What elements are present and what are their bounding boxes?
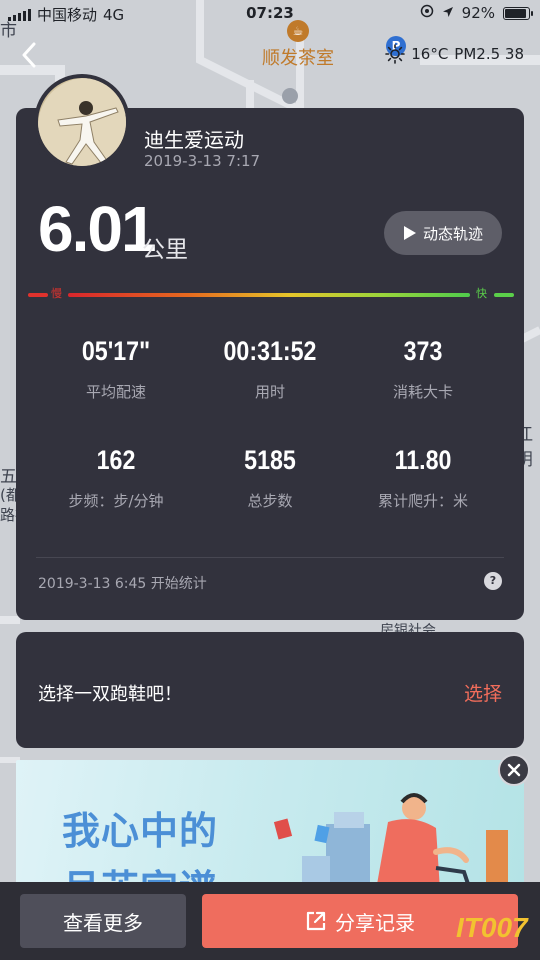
stat-avg-pace: 05'17" 平均配速 (41, 336, 191, 402)
weather-widget: 16°C PM2.5 38 (385, 44, 524, 64)
shoe-prompt: 选择一双跑鞋吧！ (38, 684, 182, 705)
ad-headline: 我心中的 (62, 809, 219, 853)
close-icon (507, 763, 521, 777)
battery-percent: 92% (461, 4, 495, 22)
stat-label: 消耗大卡 (392, 383, 453, 401)
stat-value: 00:31:52 (223, 336, 317, 366)
share-icon (306, 911, 326, 931)
stat-value: 5185 (244, 445, 296, 475)
slow-label: 慢 (51, 287, 62, 300)
stat-value: 11.80 (394, 445, 452, 475)
stat-value: 05'17" (81, 336, 151, 366)
view-more-button[interactable]: 查看更多 (20, 894, 186, 948)
question-icon[interactable]: ? (484, 572, 502, 590)
stat-elevation-gain: 11.80 累计爬升：米 (348, 445, 498, 511)
play-icon (403, 226, 416, 240)
stat-label: 累计爬升：米 (377, 492, 468, 510)
divider (36, 557, 504, 558)
stat-label: 步频：步/分钟 (68, 492, 164, 510)
stat-value: 373 (403, 336, 443, 366)
teacup-icon: ☕ (287, 20, 309, 42)
stat-label: 用时 (254, 383, 285, 401)
back-button[interactable] (14, 38, 44, 72)
user-name: 迪生爱运动 (144, 128, 244, 152)
dynamic-track-label: 动态轨迹 (422, 224, 483, 243)
fast-segment (494, 293, 514, 297)
stat-label: 总步数 (247, 492, 293, 510)
stat-duration: 00:31:52 用时 (195, 336, 345, 402)
select-shoe-button[interactable]: 选择 (464, 679, 502, 706)
stat-value: 162 (96, 445, 136, 475)
activity-date: 2019-3-13 7:17 (144, 152, 261, 170)
stat-cadence: 162 步频：步/分钟 (41, 445, 191, 511)
close-ad-button[interactable] (498, 754, 530, 786)
stat-calories: 373 消耗大卡 (348, 336, 498, 402)
start-time-text: 2019-3-13 6:45 开始统计 (38, 576, 207, 592)
distance-value: 6.01 (38, 193, 157, 265)
poi-name: 顺发茶室 (262, 48, 334, 69)
running-shoe-card: 选择一双跑鞋吧！ 选择 (16, 632, 524, 748)
temperature: 16°C (411, 45, 449, 63)
stat-total-steps: 5185 总步数 (195, 445, 345, 511)
distance-unit: 公里 (142, 237, 188, 263)
share-record-label: 分享记录 (335, 910, 415, 935)
view-more-label: 查看更多 (63, 910, 143, 935)
air-quality: PM2.5 38 (454, 45, 524, 63)
map-poi[interactable]: ☕ 顺发茶室 (262, 20, 334, 70)
sun-icon (385, 44, 406, 64)
pace-color-legend: 慢 快 (28, 287, 514, 300)
avatar[interactable] (34, 74, 130, 170)
pace-gradient-bar (68, 293, 470, 297)
watermark-logo: IT007 (456, 912, 528, 943)
battery-icon (503, 6, 533, 20)
chevron-left-icon (22, 42, 36, 68)
location-icon (442, 4, 454, 22)
slow-segment (28, 293, 48, 297)
fast-label: 快 (476, 287, 487, 300)
ad-banner[interactable]: 我心中的 月芷宫谱 (16, 760, 524, 890)
orientation-lock-icon (420, 4, 434, 22)
dynamic-track-button[interactable]: 动态轨迹 (384, 211, 502, 255)
stat-label: 平均配速 (85, 383, 146, 401)
